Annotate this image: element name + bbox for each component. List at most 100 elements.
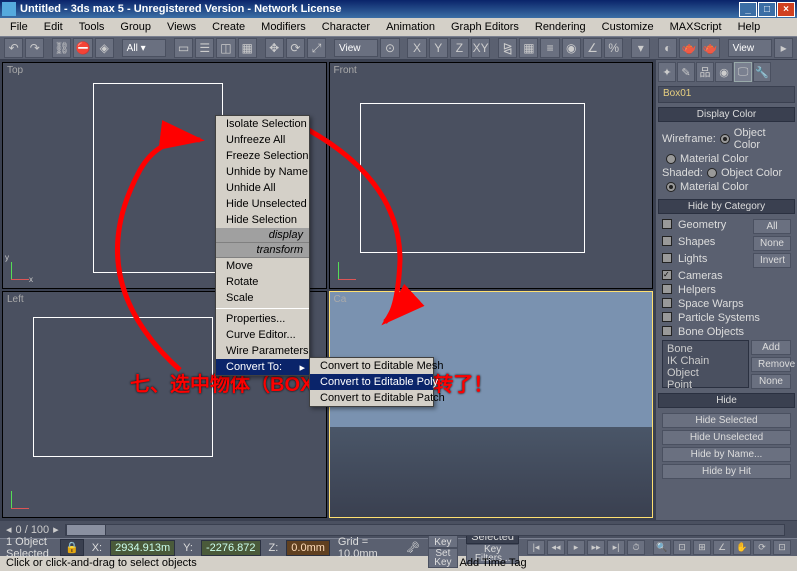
- menu-create[interactable]: Create: [206, 20, 251, 34]
- goto-end-button[interactable]: ▸|: [607, 540, 625, 555]
- ref-coord-dropdown[interactable]: View: [334, 39, 378, 57]
- chk-lights[interactable]: [662, 253, 672, 263]
- btn-all[interactable]: All: [753, 219, 791, 234]
- coord-z[interactable]: 0.0mm: [286, 540, 330, 556]
- radio-sh-material[interactable]: [666, 182, 676, 192]
- chk-boneobjects[interactable]: [662, 326, 672, 336]
- menu-rendering[interactable]: Rendering: [529, 20, 592, 34]
- btn-add[interactable]: Add: [751, 340, 791, 355]
- chk-spacewarps[interactable]: [662, 298, 672, 308]
- ctx-hide-selection[interactable]: Hide Selection: [216, 212, 309, 228]
- close-button[interactable]: ×: [777, 2, 795, 17]
- view-dropdown[interactable]: View: [728, 39, 772, 57]
- menu-help[interactable]: Help: [732, 20, 767, 34]
- key-icon[interactable]: 🗝: [406, 541, 420, 554]
- tab-display[interactable]: 🖵: [734, 62, 752, 82]
- ctx-convert-poly[interactable]: Convert to Editable Poly: [310, 374, 433, 390]
- radio-wf-object[interactable]: [720, 134, 730, 144]
- object-name-field[interactable]: Box01: [658, 86, 795, 103]
- goto-start-button[interactable]: |◂: [527, 540, 545, 555]
- arc-rotate-button[interactable]: ⟳: [753, 540, 771, 555]
- ctx-properties[interactable]: Properties...: [216, 311, 309, 327]
- pivot-button[interactable]: ⊙: [380, 38, 399, 58]
- btn-none2[interactable]: None: [751, 374, 791, 389]
- menu-customize[interactable]: Customize: [596, 20, 660, 34]
- ctx-unfreeze-all[interactable]: Unfreeze All: [216, 132, 309, 148]
- ctx-freeze-selection[interactable]: Freeze Selection: [216, 148, 309, 164]
- radio-wf-material[interactable]: [666, 154, 676, 164]
- btn-next-key[interactable]: ▸: [53, 523, 59, 536]
- ctx-isolate[interactable]: Isolate Selection: [216, 116, 309, 132]
- ctx-convert-patch[interactable]: Convert to Editable Patch: [310, 390, 433, 406]
- time-config-button[interactable]: ⏱: [627, 540, 645, 555]
- maximize-viewport-button[interactable]: ⊡: [773, 540, 791, 555]
- selection-filter[interactable]: All ▾: [122, 39, 166, 57]
- ctx-hide-unselected[interactable]: Hide Unselected: [216, 196, 309, 212]
- zoom-button[interactable]: 🔍: [653, 540, 671, 555]
- select-name-button[interactable]: ☰: [195, 38, 214, 58]
- btn-hide-by-name[interactable]: Hide by Name...: [662, 447, 791, 462]
- rollout-display-color[interactable]: Display Color: [658, 107, 795, 122]
- material-editor-button[interactable]: ◐: [658, 38, 677, 58]
- select-button[interactable]: ▭: [174, 38, 193, 58]
- menu-group[interactable]: Group: [114, 20, 157, 34]
- pan-button[interactable]: ✋: [733, 540, 751, 555]
- link-button[interactable]: ⛓: [52, 38, 71, 58]
- ctx-unhide-by-name[interactable]: Unhide by Name: [216, 164, 309, 180]
- viewport-front[interactable]: Front: [329, 62, 654, 289]
- chk-helpers[interactable]: [662, 284, 672, 294]
- time-thumb[interactable]: [66, 524, 106, 536]
- restrict-x-button[interactable]: X: [407, 38, 426, 58]
- fov-button[interactable]: ∠: [713, 540, 731, 555]
- align-button[interactable]: ≡: [540, 38, 559, 58]
- percent-snap-button[interactable]: %: [604, 38, 623, 58]
- tab-motion[interactable]: ◉: [715, 62, 733, 82]
- rollout-hide[interactable]: Hide: [658, 393, 795, 408]
- chk-geometry[interactable]: [662, 219, 672, 229]
- menu-file[interactable]: File: [4, 20, 34, 34]
- zoom-all-button[interactable]: ⊡: [673, 540, 691, 555]
- prev-frame-button[interactable]: ◂◂: [547, 540, 565, 555]
- restrict-xy-button[interactable]: XY: [471, 38, 490, 58]
- ctx-convert-to[interactable]: Convert To: ▸ Convert to Editable Mesh C…: [216, 359, 309, 375]
- ctx-move[interactable]: Move: [216, 258, 309, 274]
- list-item[interactable]: Bone: [667, 343, 744, 355]
- list-item[interactable]: IK Chain Object: [667, 355, 744, 379]
- next-frame-button[interactable]: ▸▸: [587, 540, 605, 555]
- chk-shapes[interactable]: [662, 236, 672, 246]
- select-region-button[interactable]: ◫: [216, 38, 235, 58]
- menu-views[interactable]: Views: [161, 20, 202, 34]
- ctx-unhide-all[interactable]: Unhide All: [216, 180, 309, 196]
- coord-x[interactable]: 2934.913m: [110, 540, 175, 556]
- time-slider[interactable]: ◂ 0 / 100 ▸: [0, 520, 797, 538]
- coord-y[interactable]: -2276.872: [201, 540, 261, 556]
- menu-modifiers[interactable]: Modifiers: [255, 20, 312, 34]
- btn-hide-unselected[interactable]: Hide Unselected: [662, 430, 791, 445]
- menu-maxscript[interactable]: MAXScript: [664, 20, 728, 34]
- tab-hierarchy[interactable]: 品: [696, 62, 714, 82]
- window-crossing-button[interactable]: ▦: [238, 38, 257, 58]
- render-last-button[interactable]: ▸: [774, 38, 793, 58]
- list-item[interactable]: Point: [667, 379, 744, 391]
- ctx-wire-parameters[interactable]: Wire Parameters: [216, 343, 309, 359]
- array-button[interactable]: ▦: [519, 38, 538, 58]
- mirror-button[interactable]: ⧎: [498, 38, 517, 58]
- ctx-convert-mesh[interactable]: Convert to Editable Mesh: [310, 358, 433, 374]
- rollout-hide-category[interactable]: Hide by Category: [658, 199, 795, 214]
- menu-character[interactable]: Character: [316, 20, 376, 34]
- quick-render-button[interactable]: 🫖: [701, 38, 720, 58]
- snap-button[interactable]: ◉: [562, 38, 581, 58]
- minimize-button[interactable]: _: [739, 2, 757, 17]
- ctx-scale[interactable]: Scale: [216, 290, 309, 306]
- menu-edit[interactable]: Edit: [38, 20, 69, 34]
- unlink-button[interactable]: ⛔: [73, 38, 92, 58]
- named-sel-button[interactable]: ▾: [631, 38, 650, 58]
- scale-button[interactable]: ⤢: [307, 38, 326, 58]
- maximize-button[interactable]: □: [758, 2, 776, 17]
- rotate-button[interactable]: ⟳: [286, 38, 305, 58]
- zoom-extents-button[interactable]: ⊞: [693, 540, 711, 555]
- btn-prev-key[interactable]: ◂: [6, 523, 12, 536]
- ctx-rotate[interactable]: Rotate: [216, 274, 309, 290]
- tab-create[interactable]: ✦: [658, 62, 676, 82]
- undo-button[interactable]: ↶: [4, 38, 23, 58]
